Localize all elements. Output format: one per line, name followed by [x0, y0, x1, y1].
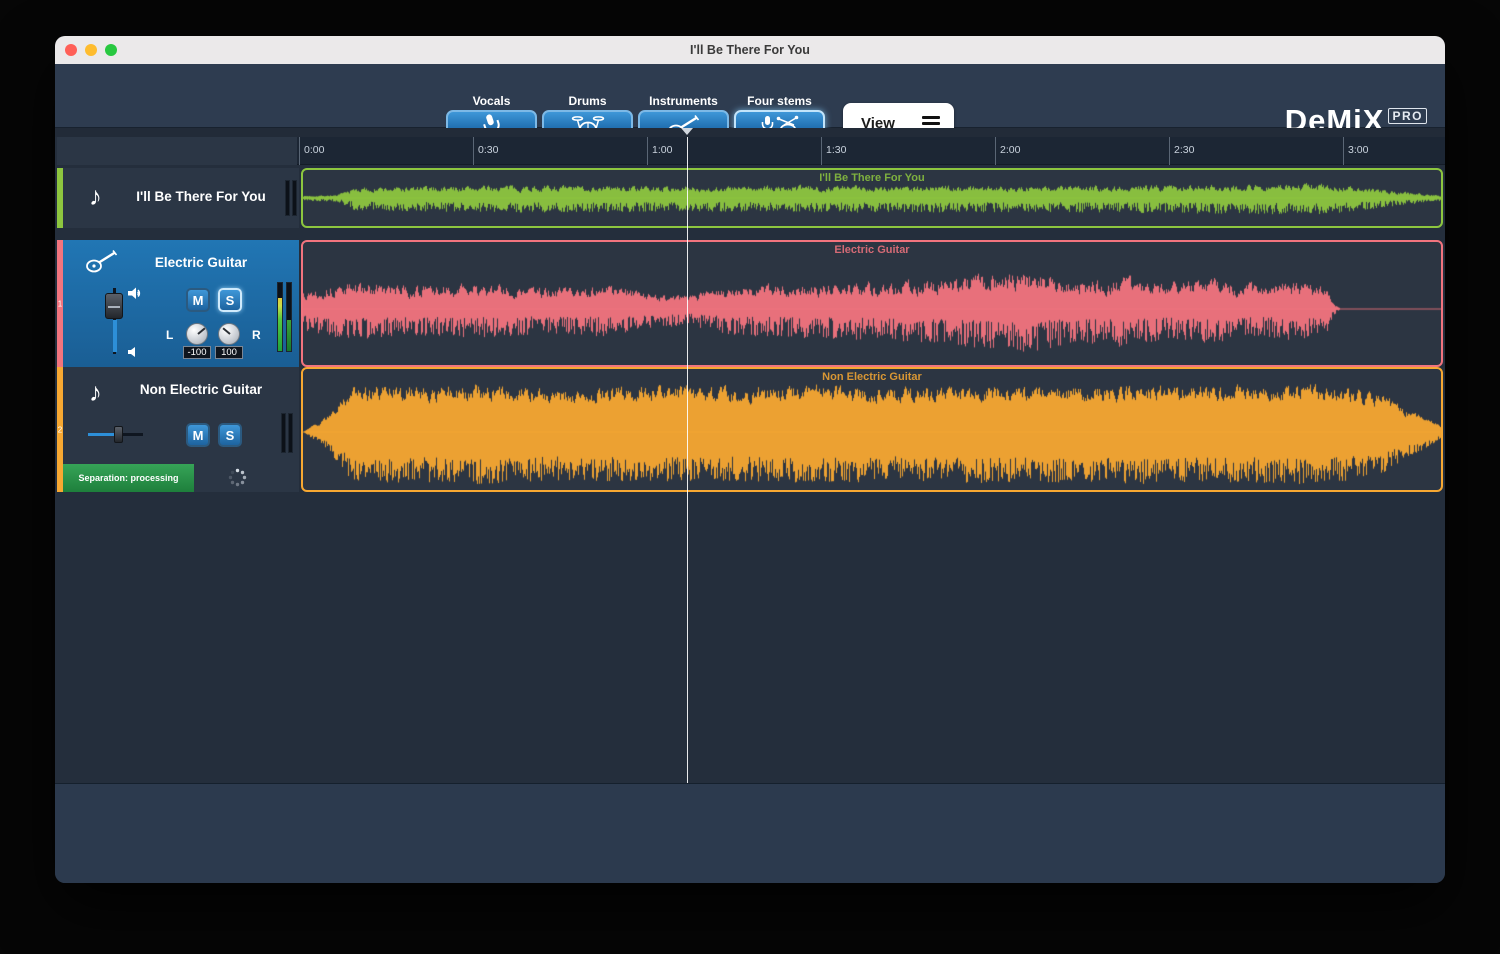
separation-status-badge: Separation: processing [63, 464, 194, 492]
ruler-gap [55, 128, 1445, 137]
title-bar: I'll Be There For You [55, 36, 1445, 64]
speaker-min-icon [127, 345, 140, 363]
track-header-non-electric-guitar[interactable]: ♪ Non Electric Guitar M S Separation: pr… [63, 367, 299, 492]
pan-needle [222, 327, 230, 334]
volume-fader-fill [113, 320, 117, 352]
track-header-master[interactable]: ♪ I'll Be There For You [63, 168, 299, 228]
level-meter [288, 413, 293, 453]
drums-label: Drums [542, 94, 633, 108]
transport-bar: 0.0 dB 01:07:268 / 03:17:326 ↕ [55, 783, 1445, 883]
level-meter [277, 282, 283, 352]
zoom-window-button[interactable] [105, 44, 117, 56]
ruler-left-spacer [57, 137, 297, 165]
window-title: I'll Be There For You [690, 43, 810, 57]
mute-button[interactable]: M [186, 288, 210, 312]
mute-button[interactable]: M [186, 423, 210, 447]
pan-left-value[interactable]: -100 [183, 346, 211, 359]
pan-right-label: R [252, 328, 261, 342]
volume-slider-knob[interactable] [114, 426, 123, 443]
vocals-label: Vocals [446, 94, 537, 108]
instruments-label: Instruments [638, 94, 729, 108]
level-meter-fill [278, 298, 282, 351]
music-note-icon: ♪ [89, 379, 102, 405]
app-window: I'll Be There For You Vocals Drums Instr… [55, 36, 1445, 883]
track-row-electric-guitar: 1 Electric Guitar M S L R -100 100 [57, 240, 1443, 367]
pan-right-value[interactable]: 100 [215, 346, 243, 359]
close-button[interactable] [65, 44, 77, 56]
ruler-tick: 3:00 [1343, 137, 1344, 165]
track-row-master: ♪ I'll Be There For You I'll Be There Fo… [57, 168, 1443, 228]
level-meter [286, 282, 292, 352]
minimize-button[interactable] [85, 44, 97, 56]
solo-button[interactable]: S [218, 288, 242, 312]
track-header-electric-guitar[interactable]: Electric Guitar M S L R -100 100 [63, 240, 299, 367]
pan-left-label: L [166, 328, 173, 342]
level-meter-fill [287, 320, 291, 351]
track-row-non-electric-guitar: 2 ♪ Non Electric Guitar M S Separation: … [57, 367, 1443, 492]
main-toolbar: Vocals Drums Instruments Four stems View [55, 64, 1445, 128]
pan-right-knob[interactable] [218, 323, 240, 345]
audio-clip-master[interactable]: I'll Be There For You [301, 168, 1443, 228]
volume-fader-knob[interactable] [105, 293, 123, 319]
playhead-handle[interactable] [681, 128, 693, 135]
waveform-master [303, 171, 1441, 225]
spinner-icon [228, 468, 247, 492]
waveform-electric-guitar [303, 253, 1441, 365]
speaker-icon [127, 286, 144, 306]
waveform-non-electric-guitar [303, 375, 1441, 489]
ruler-tick: 1:00 [647, 137, 648, 165]
level-meter [281, 413, 286, 453]
ruler-tick: 1:30 [821, 137, 822, 165]
track-name: Non Electric Guitar [103, 382, 299, 397]
level-meter [292, 180, 297, 216]
ruler-tick: 2:30 [1169, 137, 1170, 165]
ruler-tick: 0:30 [473, 137, 474, 165]
track-name: Electric Guitar [103, 255, 299, 270]
level-meter [285, 180, 290, 216]
timeline-ruler[interactable]: 0:00 0:30 1:00 1:30 2:00 2:30 3:00 [297, 137, 1445, 165]
music-note-icon: ♪ [89, 183, 102, 209]
ruler-tick: 0:00 [299, 137, 300, 165]
audio-clip-electric-guitar[interactable]: Electric Guitar [301, 240, 1443, 367]
four-stems-label: Four stems [734, 94, 825, 108]
track-name: I'll Be There For You [103, 189, 299, 204]
playhead-line[interactable] [687, 137, 688, 783]
logo-pro-text: PRO [1388, 108, 1427, 124]
ruler-tick: 2:00 [995, 137, 996, 165]
audio-clip-non-electric-guitar[interactable]: Non Electric Guitar [301, 367, 1443, 492]
solo-button[interactable]: S [218, 423, 242, 447]
pan-left-knob[interactable] [186, 323, 208, 345]
pan-needle [197, 327, 205, 334]
